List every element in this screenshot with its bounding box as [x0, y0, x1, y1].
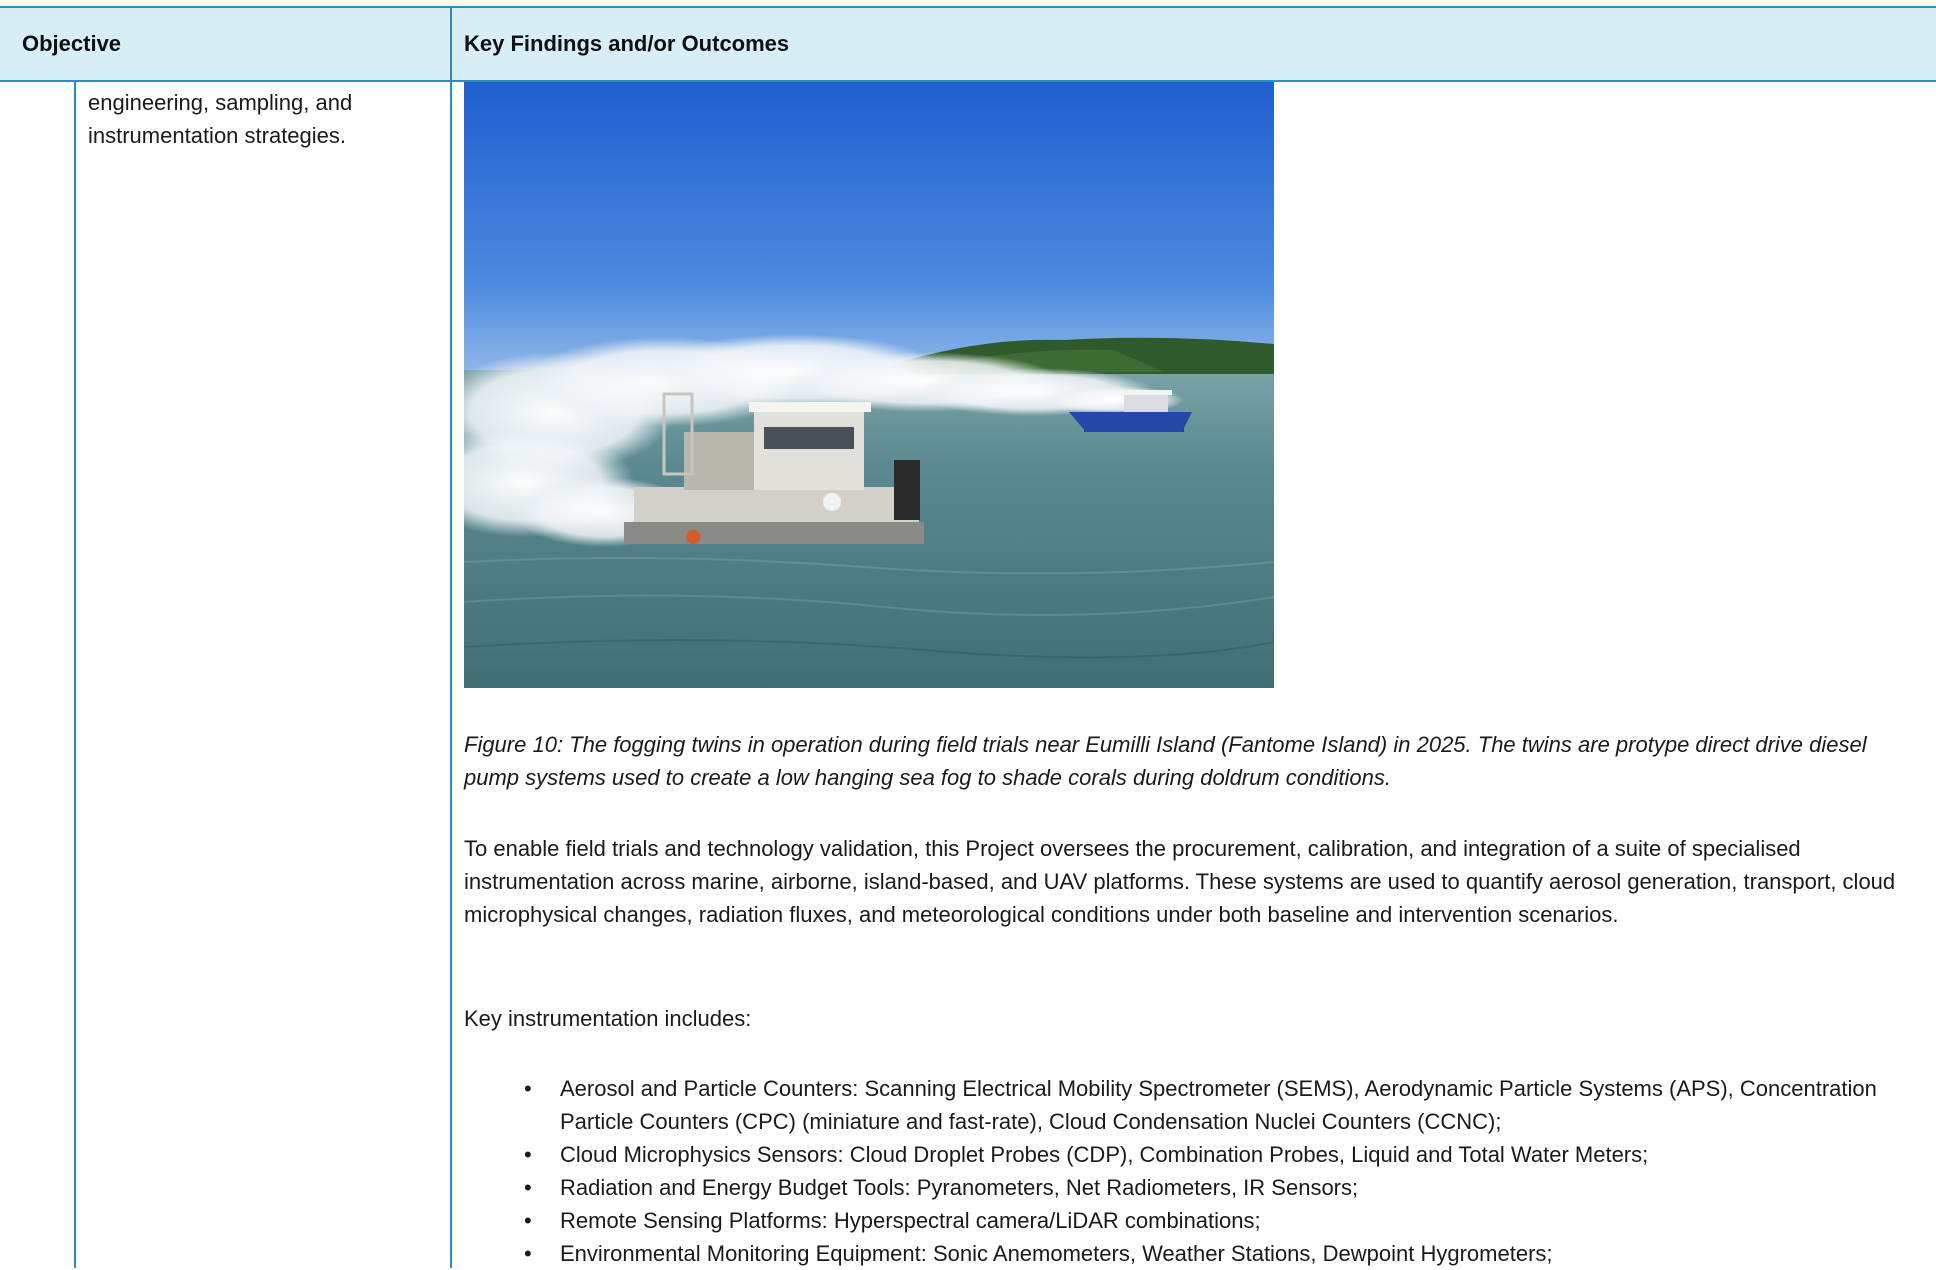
list-item-text: Remote Sensing Platforms: Hyperspectral … — [560, 1208, 1261, 1233]
column-header-findings: Key Findings and/or Outcomes — [464, 31, 790, 56]
figure-caption: Figure 10: The fogging twins in operatio… — [464, 732, 1867, 790]
instrumentation-list: • Aerosol and Particle Counters: Scannin… — [464, 1072, 1924, 1270]
bullet-glyph: • — [524, 1175, 532, 1200]
indent-rule — [74, 82, 76, 1268]
list-item: • Environmental Monitoring Equipment: So… — [464, 1237, 1924, 1270]
column-divider — [450, 82, 452, 1268]
header-divider — [450, 8, 452, 80]
fogging-twins-photo — [464, 82, 1274, 688]
list-item-text: Radiation and Energy Budget Tools: Pyran… — [560, 1175, 1359, 1200]
list-item: • Aerosol and Particle Counters: Scannin… — [464, 1072, 1924, 1138]
bullet-glyph: • — [524, 1076, 532, 1101]
body-paragraph: To enable field trials and technology va… — [464, 836, 1896, 927]
bullet-glyph: • — [524, 1241, 532, 1266]
list-item: • Cloud Microphysics Sensors: Cloud Drop… — [464, 1138, 1924, 1171]
list-item: • Remote Sensing Platforms: Hyperspectra… — [464, 1204, 1924, 1237]
list-item-text: Environmental Monitoring Equipment: Soni… — [560, 1241, 1553, 1266]
bullet-glyph: • — [524, 1142, 532, 1167]
list-item: • Radiation and Energy Budget Tools: Pyr… — [464, 1171, 1924, 1204]
column-header-objective: Objective — [22, 31, 122, 56]
instrumentation-intro: Key instrumentation includes: — [464, 1006, 752, 1031]
list-item-text: Cloud Microphysics Sensors: Cloud Drople… — [560, 1142, 1649, 1167]
list-item-text: Aerosol and Particle Counters: Scanning … — [560, 1076, 1877, 1134]
photo-illustration — [464, 82, 1274, 688]
findings-table: Objective Key Findings and/or Outcomes e… — [0, 0, 1936, 1268]
objective-cell-text: engineering, sampling, and instrumentati… — [88, 90, 353, 148]
table-header-row: Objective Key Findings and/or Outcomes — [0, 6, 1936, 82]
bullet-glyph: • — [524, 1208, 532, 1233]
